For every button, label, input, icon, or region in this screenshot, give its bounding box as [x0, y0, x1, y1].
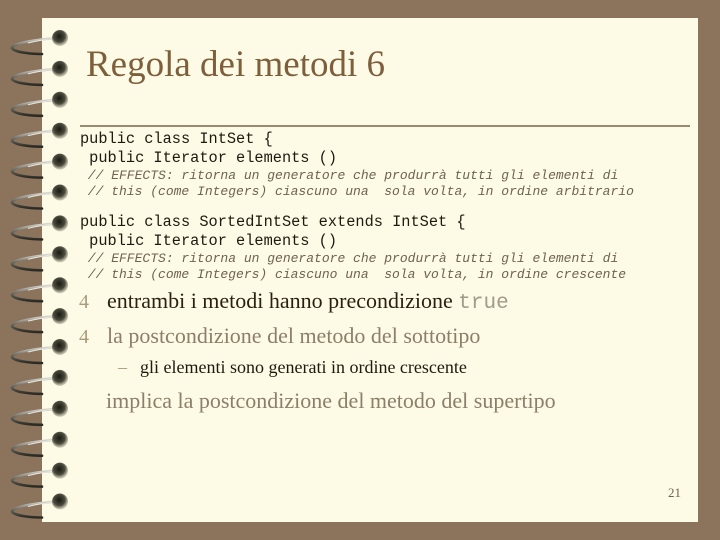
spiral-ring-icon	[10, 277, 68, 303]
code-sortedintset-comment-2: // this (come Integers) ciascuno una sol…	[80, 267, 627, 282]
spiral-ring-icon	[10, 308, 68, 334]
spiral-ring-icon	[10, 493, 68, 519]
bullet-marker-icon: 4	[79, 326, 89, 348]
page-number: 21	[668, 485, 681, 500]
sub-bullet-text: gli elementi sono generati in ordine cre…	[140, 357, 467, 377]
bullet-text: entrambi i metodi hanno precondizione	[107, 288, 459, 313]
sub-bullet: – gli elementi sono generati in ordine cr…	[118, 358, 467, 376]
spiral-ring-icon	[10, 184, 68, 210]
spiral-ring-icon	[10, 122, 68, 148]
continuation-text: implica la postcondizione del metodo del…	[106, 388, 556, 413]
spiral-ring-icon	[10, 246, 68, 272]
spiral-ring-icon	[10, 400, 68, 427]
code-sortedintset-comment-1: // EFFECTS: ritorna un generatore che pr…	[80, 251, 619, 266]
spiral-ring-icon	[10, 91, 68, 118]
code-sortedintset-method: public Iterator elements ()	[80, 232, 338, 250]
bullet-code-true: true	[458, 292, 509, 315]
code-intset-method: public Iterator elements ()	[80, 149, 338, 167]
code-sortedintset-class: public class SortedIntSet extends IntSet…	[80, 213, 466, 231]
slide-title: Regola dei metodi 6	[86, 44, 386, 85]
bullet-text: la postcondizione del metodo del sottoti…	[107, 323, 481, 348]
code-intset-comment-2: // this (come Integers) ciascuno una sol…	[80, 184, 634, 199]
spiral-ring-icon	[10, 462, 68, 488]
code-intset-comment-1: // EFFECTS: ritorna un generatore che pr…	[80, 168, 619, 183]
bullet-marker-icon: 4	[79, 291, 89, 313]
spiral-ring-icon	[10, 431, 68, 457]
spiral-ring-icon	[10, 339, 68, 365]
spiral-ring-icon	[10, 215, 68, 241]
title-divider	[80, 125, 690, 127]
spiral-ring-icon	[10, 369, 68, 396]
bullet-preconditions: 4 entrambi i metodi hanno precondizione t…	[79, 288, 509, 315]
spiral-binding	[10, 30, 68, 519]
bullet-postcondition: 4 la postcondizione del metodo del sottot…	[79, 323, 481, 348]
spiral-ring-icon	[10, 153, 68, 179]
dash-marker-icon: –	[118, 357, 127, 377]
spiral-ring-icon	[10, 60, 68, 87]
spiral-ring-icon	[10, 30, 68, 56]
code-intset-class: public class IntSet {	[80, 130, 273, 148]
